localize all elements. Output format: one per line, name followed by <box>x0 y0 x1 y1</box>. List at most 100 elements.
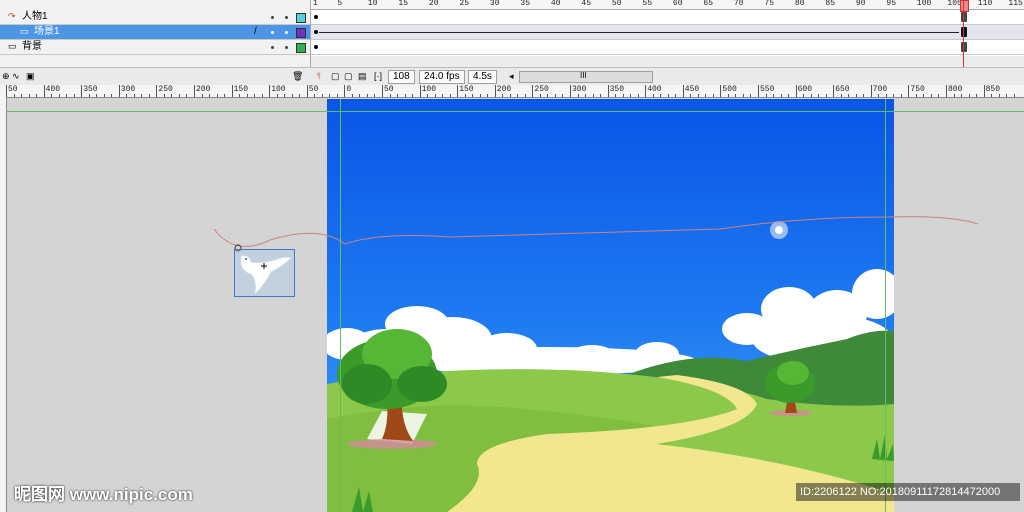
ruler-label: 50 <box>8 85 18 94</box>
visibility-dot[interactable] <box>271 16 274 19</box>
layer-color-swatch[interactable] <box>296 28 306 38</box>
add-folder-icon[interactable]: ▣ <box>26 71 35 81</box>
ruler-label: 500 <box>722 85 737 94</box>
frame-ruler-label: 20 <box>428 0 439 8</box>
layer-name: 场景1 <box>34 26 60 37</box>
ruler-major-tick <box>833 85 835 97</box>
frame-row-character[interactable] <box>311 10 1024 25</box>
keyframe[interactable] <box>314 45 318 49</box>
layer-color-swatch[interactable] <box>296 43 306 53</box>
frame-ruler-label: 35 <box>520 0 530 8</box>
ruler-major-tick <box>6 85 7 97</box>
edit-multiple-frames-icon[interactable]: ▤ <box>358 71 367 81</box>
center-frame-icon[interactable]: ⫯ <box>317 71 321 81</box>
end-keyframe[interactable] <box>961 12 967 22</box>
frame-ruler-label: 60 <box>672 0 683 8</box>
scroll-grip: III <box>580 71 587 80</box>
frame-ruler-label: 25 <box>459 0 469 8</box>
playhead-handle[interactable] <box>960 0 969 12</box>
end-keyframe[interactable] <box>961 42 967 52</box>
frames-area[interactable]: 1 5 10 15 20 25 30 35 40 45 50 55 60 65 70 75 80 85 90 95 10… <box>311 0 1024 56</box>
layer-list: ↷ 人物1 ▭ 场景1 / ▭ 背景 <box>0 0 311 67</box>
ruler-major-tick <box>194 85 195 97</box>
keyframe[interactable] <box>314 15 318 19</box>
ruler-major-tick <box>494 85 496 97</box>
layer-color-swatch[interactable] <box>296 13 306 23</box>
frame-rate-field[interactable]: 24.0 fps <box>419 70 465 84</box>
frame-row-background[interactable] <box>311 40 1024 55</box>
frame-ruler-label: 45 <box>581 0 591 8</box>
ruler-label: 300 <box>120 85 136 94</box>
ruler-label: 150 <box>233 85 248 94</box>
ruler-major-tick <box>532 85 534 97</box>
ruler-label: 100 <box>271 85 286 94</box>
add-layer-icon[interactable]: ⊕ <box>2 71 10 81</box>
bird-symbol-selection[interactable] <box>234 249 295 297</box>
frame-ruler-label: 55 <box>642 0 652 8</box>
lock-dot[interactable] <box>285 31 288 34</box>
layer-row-scene[interactable]: ▭ 场景1 / <box>0 25 310 40</box>
end-keyframe[interactable] <box>961 27 967 37</box>
image-id-label: ID:2206122 NO:20180911172814472000 <box>796 483 1020 501</box>
vertical-guide-right[interactable] <box>885 99 886 512</box>
frame-ruler-label: 95 <box>886 0 896 8</box>
frame-ruler-label: 5 <box>337 0 343 8</box>
ruler-label: 200 <box>496 85 512 94</box>
ruler-major-tick <box>983 85 985 97</box>
lock-dot[interactable] <box>285 16 288 19</box>
frame-ruler[interactable]: 1 5 10 15 20 25 30 35 40 45 50 55 60 65 70 75 80 85 90 95 10… <box>311 0 1024 10</box>
bird-icon <box>240 255 292 296</box>
add-guide-layer-icon[interactable]: ∿ <box>12 71 20 81</box>
current-frame-field[interactable]: 108 <box>388 70 415 84</box>
ruler-label: 850 <box>985 85 1000 94</box>
delete-layer-icon[interactable]: 🗑 <box>292 71 303 81</box>
frame-ruler-label: 100 <box>916 0 932 8</box>
playhead-line <box>963 0 964 67</box>
motion-guide-icon: ↷ <box>8 11 16 21</box>
layer-row-character[interactable]: ↷ 人物1 <box>0 10 310 25</box>
layer-row-background[interactable]: ▭ 背景 <box>0 40 310 55</box>
ruler-major-tick <box>344 85 346 97</box>
ruler-major-tick <box>720 85 722 97</box>
timeline-horizontal-scrollbar[interactable]: III <box>519 71 653 83</box>
ruler-major-tick <box>645 85 647 97</box>
ruler-major-tick <box>457 85 459 97</box>
frame-ruler-label: 110 <box>977 0 993 8</box>
motion-guide-path[interactable] <box>0 97 1024 297</box>
pencil-icon: / <box>254 26 257 37</box>
lock-dot[interactable] <box>285 46 288 49</box>
ruler-label: 50 <box>308 85 319 94</box>
elapsed-time-field[interactable]: 4.5s <box>468 70 497 84</box>
onion-outline-icon[interactable]: ▢ <box>344 71 353 81</box>
ruler-major-tick <box>156 85 158 97</box>
onion-skin-icon[interactable]: ▢ <box>331 71 340 81</box>
frame-ruler-label: 40 <box>550 0 561 8</box>
vertical-guide-left[interactable] <box>340 99 341 512</box>
ruler-major-tick <box>419 85 421 97</box>
ruler-label: 250 <box>534 85 549 94</box>
frame-ruler-label: 90 <box>855 0 866 8</box>
onion-markers-icon[interactable]: [·] <box>374 71 382 81</box>
layer-name: 背景 <box>22 41 42 52</box>
frame-ruler-label: 115 <box>1008 0 1023 8</box>
visibility-dot[interactable] <box>271 46 274 49</box>
frame-row-scene[interactable] <box>311 25 1024 40</box>
frame-ruler-label: 10 <box>367 0 378 8</box>
ruler-label: 400 <box>647 85 662 94</box>
keyframe[interactable] <box>314 30 318 34</box>
ruler-major-tick <box>118 85 120 97</box>
frame-ruler-label: 1 <box>313 0 318 8</box>
ruler-major-tick <box>43 85 45 97</box>
ruler-label: 550 <box>760 85 775 94</box>
ruler-major-tick <box>758 85 759 97</box>
horizontal-guide[interactable] <box>6 111 1024 112</box>
layer-name: 人物1 <box>22 11 48 22</box>
frame-ruler-label: 65 <box>703 0 713 8</box>
frame-ruler-label: 70 <box>733 0 744 8</box>
scroll-left-icon[interactable]: ◂ <box>509 71 514 81</box>
ruler-major-tick <box>795 85 797 97</box>
visibility-dot[interactable] <box>271 31 274 34</box>
frame-ruler-label: 30 <box>489 0 500 8</box>
ruler-label: 200 <box>196 85 211 94</box>
ruler-major-tick <box>570 85 571 97</box>
